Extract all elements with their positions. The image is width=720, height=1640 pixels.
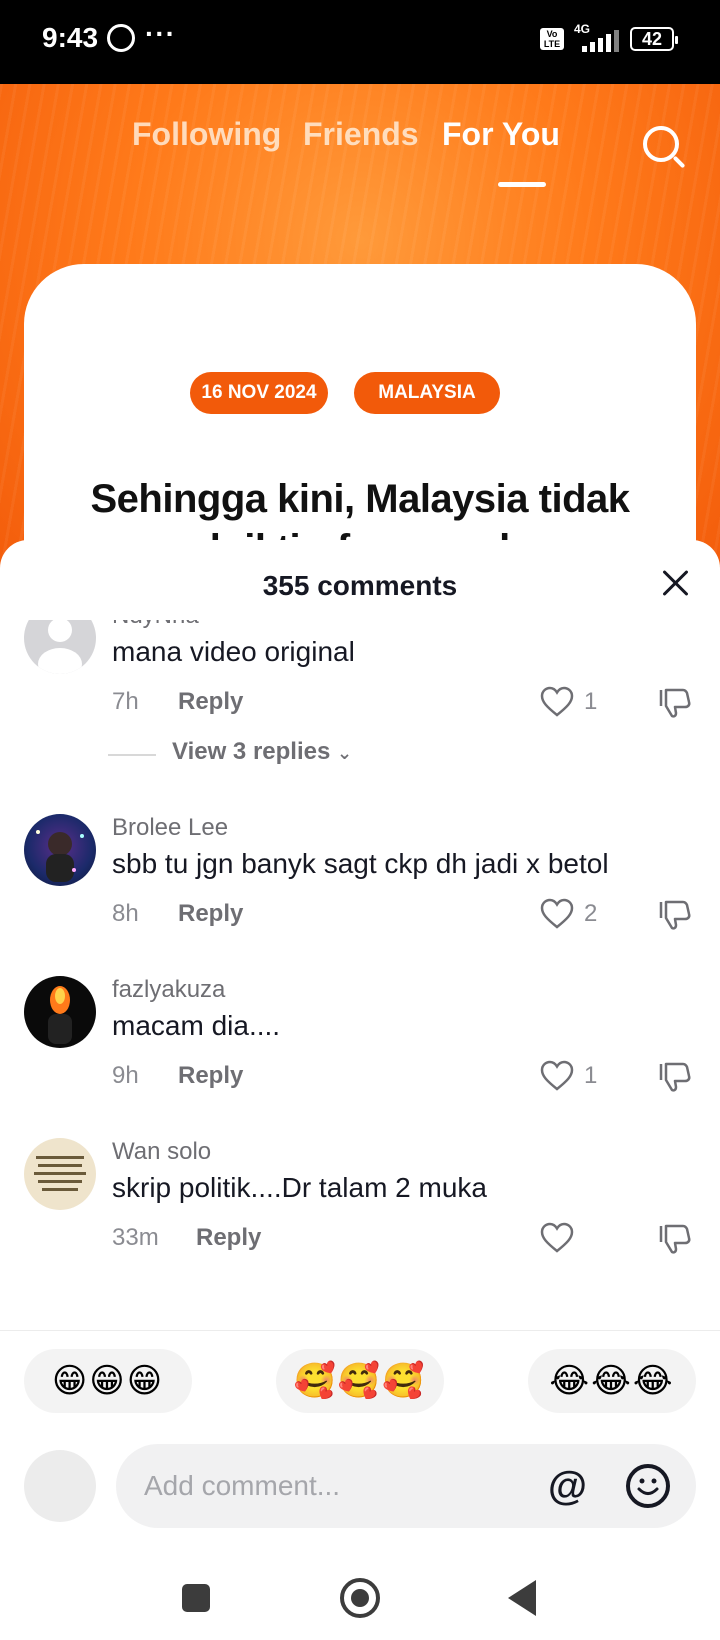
- comment-text: mana video original: [112, 636, 355, 667]
- clock: 9:43: [42, 22, 99, 53]
- dislike-icon[interactable]: [658, 686, 692, 720]
- comment-item: NdyNna mana video original 7h Reply 1 Vi…: [0, 620, 720, 792]
- status-bar: 9:43 ··· Vo LTE 4G 42: [0, 0, 720, 84]
- system-nav-bar: [0, 1550, 720, 1640]
- comment-text: sbb tu jgn banyk sagt ckp dh jadi x beto…: [112, 848, 609, 879]
- like-button[interactable]: 1: [540, 1060, 610, 1094]
- active-tab-indicator: [498, 182, 546, 187]
- heart-icon: [540, 686, 574, 717]
- video-player[interactable]: Following Friends For You 16 NOV 2024 MA…: [0, 84, 720, 604]
- comment-time: 8h: [112, 900, 139, 927]
- avatar[interactable]: [24, 814, 96, 886]
- comment-item: Wan solo skrip politik....Dr talam 2 muk…: [0, 1138, 720, 1298]
- recents-icon[interactable]: [182, 1584, 210, 1612]
- emoji-picker-icon[interactable]: [626, 1464, 670, 1508]
- top-nav: Following Friends For You: [0, 104, 720, 187]
- heart-icon: [540, 1060, 574, 1091]
- emoji-love-button[interactable]: 🥰🥰🥰: [276, 1349, 444, 1413]
- tab-for-you[interactable]: For You: [442, 116, 560, 153]
- comment-time: 33m: [112, 1224, 159, 1251]
- comment-username[interactable]: Brolee Lee: [112, 814, 228, 842]
- comment-input-container[interactable]: @: [116, 1444, 696, 1528]
- like-count: 2: [584, 900, 598, 927]
- comment-username[interactable]: fazlyakuza: [112, 976, 225, 1004]
- tab-friends[interactable]: Friends: [303, 116, 419, 153]
- emoji-quick-bar: 😁😁😁 🥰🥰🥰 😂😂😂: [0, 1330, 720, 1413]
- heart-icon: [540, 1222, 574, 1253]
- avatar: [24, 1450, 96, 1522]
- reply-button[interactable]: Reply: [196, 1224, 261, 1252]
- dislike-icon[interactable]: [658, 898, 692, 932]
- like-button[interactable]: 2: [540, 898, 610, 932]
- whatsapp-icon: [107, 24, 135, 52]
- like-button[interactable]: 1: [540, 686, 610, 720]
- comment-time: 9h: [112, 1062, 139, 1089]
- comment-username[interactable]: Wan solo: [112, 1138, 211, 1166]
- heart-icon: [540, 898, 574, 929]
- close-icon[interactable]: [658, 566, 694, 602]
- emoji-laugh-button[interactable]: 😂😂😂: [528, 1349, 696, 1413]
- date-chip: 16 NOV 2024: [190, 372, 328, 414]
- comments-count-title: 355 comments: [262, 570, 458, 601]
- reply-button[interactable]: Reply: [178, 688, 243, 716]
- tab-following[interactable]: Following: [132, 116, 281, 153]
- like-count: 1: [584, 1062, 598, 1089]
- comment-input[interactable]: [144, 1464, 524, 1508]
- volte-icon: Vo LTE: [540, 28, 564, 50]
- reply-button[interactable]: Reply: [178, 900, 243, 928]
- comment-time: 7h: [112, 688, 139, 715]
- comment-composer: @: [0, 1440, 720, 1530]
- chevron-down-icon: ⌄: [337, 743, 353, 763]
- mention-icon[interactable]: @: [548, 1462, 587, 1510]
- avatar[interactable]: [24, 620, 96, 674]
- country-chip: MALAYSIA: [354, 372, 500, 414]
- dislike-icon[interactable]: [658, 1222, 692, 1256]
- more-notifications-icon: ···: [145, 18, 176, 49]
- view-replies-label: View 3 replies ⌄: [172, 738, 353, 765]
- search-icon[interactable]: [643, 126, 679, 162]
- emoji-grin-button[interactable]: 😁😁😁: [24, 1349, 192, 1413]
- avatar[interactable]: [24, 1138, 96, 1210]
- comment-text: macam dia....: [112, 1010, 281, 1041]
- back-icon[interactable]: [508, 1580, 536, 1616]
- comment-item: fazlyakuza macam dia.... 9h Reply 1: [0, 976, 720, 1136]
- reply-button[interactable]: Reply: [178, 1062, 243, 1090]
- comment-text: skrip politik....Dr talam 2 muka: [112, 1172, 487, 1203]
- home-icon[interactable]: [340, 1578, 380, 1618]
- like-count: 1: [584, 688, 598, 715]
- dislike-icon[interactable]: [658, 1060, 692, 1094]
- like-button[interactable]: [540, 1222, 610, 1256]
- comment-username[interactable]: NdyNna: [112, 620, 199, 630]
- signal-icon: [574, 28, 622, 52]
- battery-icon: 42: [630, 27, 678, 51]
- comment-item: Brolee Lee sbb tu jgn banyk sagt ckp dh …: [0, 814, 720, 974]
- avatar[interactable]: [24, 976, 96, 1048]
